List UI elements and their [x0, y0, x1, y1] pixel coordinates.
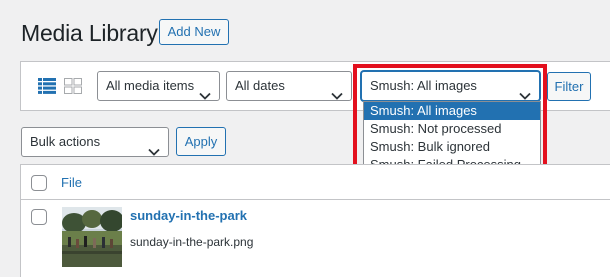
chevron-down-icon	[199, 82, 211, 100]
chevron-down-icon	[148, 138, 160, 156]
list-view-icon[interactable]	[38, 78, 56, 94]
date-value: All dates	[235, 78, 285, 93]
media-thumbnail[interactable]	[62, 207, 122, 267]
bulk-actions-select[interactable]: Bulk actions	[21, 127, 169, 157]
date-select[interactable]: All dates	[226, 71, 352, 101]
select-all-checkbox[interactable]	[31, 175, 47, 191]
table-header-divider	[21, 199, 610, 200]
media-type-value: All media items	[106, 78, 195, 93]
bulk-actions-value: Bulk actions	[30, 134, 101, 149]
chevron-down-icon	[331, 82, 343, 100]
row-checkbox[interactable]	[31, 209, 47, 225]
column-header-file[interactable]: File	[61, 175, 82, 191]
apply-button[interactable]: Apply	[176, 127, 226, 156]
page-title: Media Library	[21, 20, 158, 46]
grid-view-icon[interactable]	[64, 78, 82, 94]
media-type-select[interactable]: All media items	[97, 71, 220, 101]
media-filename: sunday-in-the-park.png	[130, 235, 254, 249]
filter-button[interactable]: Filter	[547, 72, 591, 101]
media-title-link[interactable]: sunday-in-the-park	[130, 208, 247, 224]
add-new-button[interactable]: Add New	[159, 19, 229, 45]
